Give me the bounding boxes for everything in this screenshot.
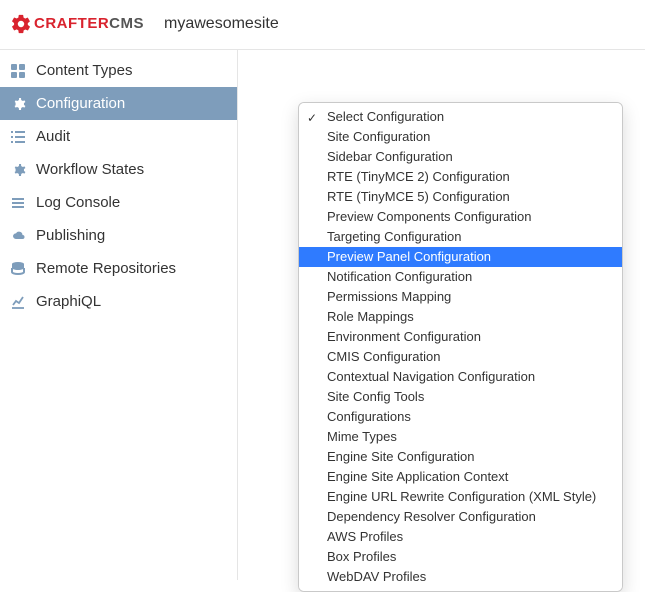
main-content: ✓ Select Configuration Site Configuration S… [238, 50, 645, 580]
dropdown-option[interactable]: Contextual Navigation Configuration [299, 367, 622, 387]
check-icon: ✓ [307, 109, 317, 127]
dropdown-option[interactable]: RTE (TinyMCE 5) Configuration [299, 187, 622, 207]
sidebar-item-label: Content Types [36, 62, 132, 79]
sidebar-item-content-types[interactable]: Content Types [0, 54, 237, 87]
header: CRAFTERCMS myawesomesite [0, 0, 645, 50]
sidebar-item-publishing[interactable]: Publishing [0, 219, 237, 252]
dropdown-option-label: Mime Types [327, 428, 397, 446]
sidebar-item-label: Remote Repositories [36, 260, 176, 277]
dropdown-option-label: Engine URL Rewrite Configuration (XML St… [327, 488, 596, 506]
dropdown-option[interactable]: Sidebar Configuration [299, 147, 622, 167]
dropdown-option[interactable]: Preview Components Configuration [299, 207, 622, 227]
dropdown-option[interactable]: AWS Profiles [299, 527, 622, 547]
dropdown-option-label: RTE (TinyMCE 2) Configuration [327, 168, 510, 186]
dropdown-option-label: Asset Processing [327, 588, 427, 592]
dropdown-option-label: Dependency Resolver Configuration [327, 508, 536, 526]
dropdown-option[interactable]: CMIS Configuration [299, 347, 622, 367]
sidebar-item-label: Audit [36, 128, 70, 145]
dropdown-option[interactable]: Dependency Resolver Configuration [299, 507, 622, 527]
grid-icon [10, 63, 26, 79]
sidebar-item-remote-repositories[interactable]: Remote Repositories [0, 252, 237, 285]
dropdown-option-label: Permissions Mapping [327, 288, 451, 306]
logo-text: CRAFTERCMS [34, 15, 144, 32]
dropdown-option-label: Role Mappings [327, 308, 414, 326]
dropdown-option-label: Environment Configuration [327, 328, 481, 346]
dropdown-option[interactable]: Site Configuration [299, 127, 622, 147]
dropdown-option[interactable]: Engine Site Configuration [299, 447, 622, 467]
gear-icon [10, 96, 26, 112]
dropdown-option-label: Sidebar Configuration [327, 148, 453, 166]
sidebar-item-configuration[interactable]: Configuration [0, 87, 237, 120]
dropdown-option[interactable]: Engine Site Application Context [299, 467, 622, 487]
dropdown-option[interactable]: Preview Panel Configuration [299, 247, 622, 267]
chart-icon [10, 294, 26, 310]
sidebar: Content Types Configuration Audit Workflow … [0, 50, 238, 580]
dropdown-option[interactable]: Engine URL Rewrite Configuration (XML St… [299, 487, 622, 507]
sidebar-item-label: Publishing [36, 227, 105, 244]
sidebar-item-log-console[interactable]: Log Console [0, 186, 237, 219]
database-icon [10, 261, 26, 277]
dropdown-option[interactable]: RTE (TinyMCE 2) Configuration [299, 167, 622, 187]
dropdown-option-label: Targeting Configuration [327, 228, 461, 246]
log-icon [10, 195, 26, 211]
cloud-icon [10, 228, 26, 244]
sidebar-item-label: Workflow States [36, 161, 144, 178]
sidebar-item-label: Log Console [36, 194, 120, 211]
dropdown-option-label: Preview Panel Configuration [327, 248, 491, 266]
dropdown-option-label: Notification Configuration [327, 268, 472, 286]
dropdown-option[interactable]: Notification Configuration [299, 267, 622, 287]
dropdown-option[interactable]: Environment Configuration [299, 327, 622, 347]
dropdown-option-label: Box Profiles [327, 548, 396, 566]
dropdown-option[interactable]: Targeting Configuration [299, 227, 622, 247]
gear-logo-icon [10, 13, 32, 35]
sidebar-item-graphiql[interactable]: GraphiQL [0, 285, 237, 318]
dropdown-option-label: Engine Site Configuration [327, 448, 474, 466]
dropdown-option-label: RTE (TinyMCE 5) Configuration [327, 188, 510, 206]
dropdown-option-label: CMIS Configuration [327, 348, 440, 366]
dropdown-option[interactable]: Configurations [299, 407, 622, 427]
dropdown-option[interactable]: Asset Processing [299, 587, 622, 592]
dropdown-option[interactable]: Mime Types [299, 427, 622, 447]
dropdown-option-label: Site Config Tools [327, 388, 424, 406]
dropdown-option[interactable]: WebDAV Profiles [299, 567, 622, 587]
dropdown-option-label: AWS Profiles [327, 528, 403, 546]
dropdown-option[interactable]: Box Profiles [299, 547, 622, 567]
dropdown-option-label: Configurations [327, 408, 411, 426]
dropdown-option-label: Preview Components Configuration [327, 208, 532, 226]
dropdown-option-label: WebDAV Profiles [327, 568, 426, 586]
configuration-dropdown[interactable]: ✓ Select Configuration Site Configuration S… [298, 102, 623, 592]
sidebar-item-audit[interactable]: Audit [0, 120, 237, 153]
sidebar-item-label: GraphiQL [36, 293, 101, 310]
dropdown-option[interactable]: Role Mappings [299, 307, 622, 327]
dropdown-option[interactable]: Permissions Mapping [299, 287, 622, 307]
logo[interactable]: CRAFTERCMS [10, 13, 144, 35]
dropdown-option-label: Contextual Navigation Configuration [327, 368, 535, 386]
dropdown-option[interactable]: ✓ Select Configuration [299, 107, 622, 127]
dropdown-option-label: Select Configuration [327, 108, 444, 126]
sidebar-item-workflow-states[interactable]: Workflow States [0, 153, 237, 186]
list-icon [10, 129, 26, 145]
dropdown-option-label: Engine Site Application Context [327, 468, 508, 486]
sidebar-item-label: Configuration [36, 95, 125, 112]
dropdown-option-label: Site Configuration [327, 128, 430, 146]
site-name: myawesomesite [164, 15, 279, 33]
dropdown-option[interactable]: Site Config Tools [299, 387, 622, 407]
gear-icon [10, 162, 26, 178]
